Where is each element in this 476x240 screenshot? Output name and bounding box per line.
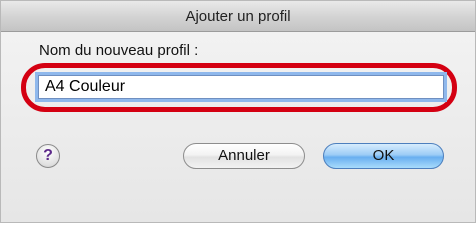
profile-name-input[interactable] (38, 75, 444, 99)
dialog-title: Ajouter un profil (185, 8, 291, 25)
title-bar[interactable]: Ajouter un profil (1, 1, 475, 32)
cancel-button[interactable]: Annuler (183, 143, 305, 169)
help-button[interactable]: ? (36, 144, 60, 168)
dialog-body (1, 32, 475, 222)
ok-button[interactable]: OK (323, 143, 444, 169)
dialog-window: Ajouter un profil Nom du nouveau profil … (0, 0, 476, 223)
profile-name-label: Nom du nouveau profil : (39, 42, 199, 59)
